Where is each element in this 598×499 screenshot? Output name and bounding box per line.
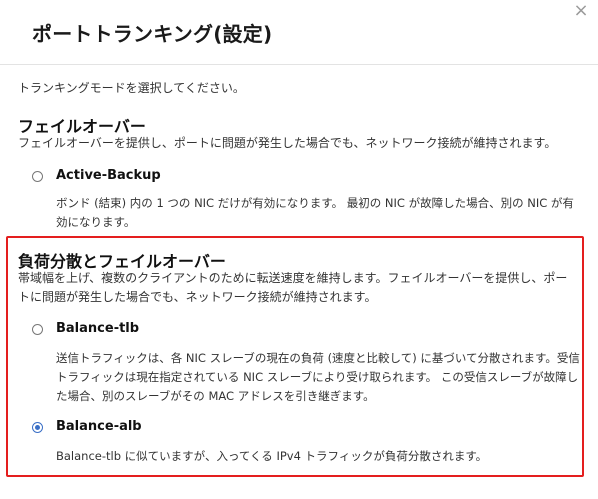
- dialog-header: ポートトランキング(設定) ×: [0, 0, 598, 65]
- option-active-backup[interactable]: Active-Backup: [32, 168, 252, 188]
- balance-tlb-radio[interactable]: [32, 324, 43, 335]
- intro-text: トランキングモードを選択してください。: [18, 81, 245, 95]
- trunking-settings-dialog: ポートトランキング(設定) × トランキングモードを選択してください。 フェイル…: [0, 0, 598, 499]
- balance-tlb-label: Balance-tlb: [56, 321, 140, 336]
- balance-tlb-description: 送信トラフィックは、各 NIC スレーブの現在の負荷 (速度と比較して) に基づ…: [56, 351, 580, 403]
- load-balance-section-description: 帯域幅を上げ、複数のクライアントのために転送速度を維持します。フェイルオーバーを…: [18, 271, 568, 304]
- failover-section-description: フェイルオーバーを提供し、ポートに問題が発生した場合でも、ネットワーク接続が維持…: [18, 136, 557, 150]
- dialog-title: ポートトランキング(設定): [32, 22, 273, 46]
- active-backup-radio[interactable]: [32, 171, 43, 182]
- active-backup-label: Active-Backup: [56, 168, 161, 183]
- balance-alb-label: Balance-alb: [56, 419, 142, 434]
- option-balance-tlb[interactable]: Balance-tlb: [32, 321, 252, 341]
- option-balance-alb[interactable]: Balance-alb: [32, 419, 252, 439]
- active-backup-description: ボンド (結束) 内の 1 つの NIC だけが有効になります。 最初の NIC…: [56, 196, 574, 229]
- close-icon[interactable]: ×: [572, 2, 590, 20]
- balance-alb-description: Balance-tlb に似ていますが、入ってくる IPv4 トラフィックが負荷…: [56, 449, 488, 463]
- balance-alb-radio[interactable]: [32, 422, 43, 433]
